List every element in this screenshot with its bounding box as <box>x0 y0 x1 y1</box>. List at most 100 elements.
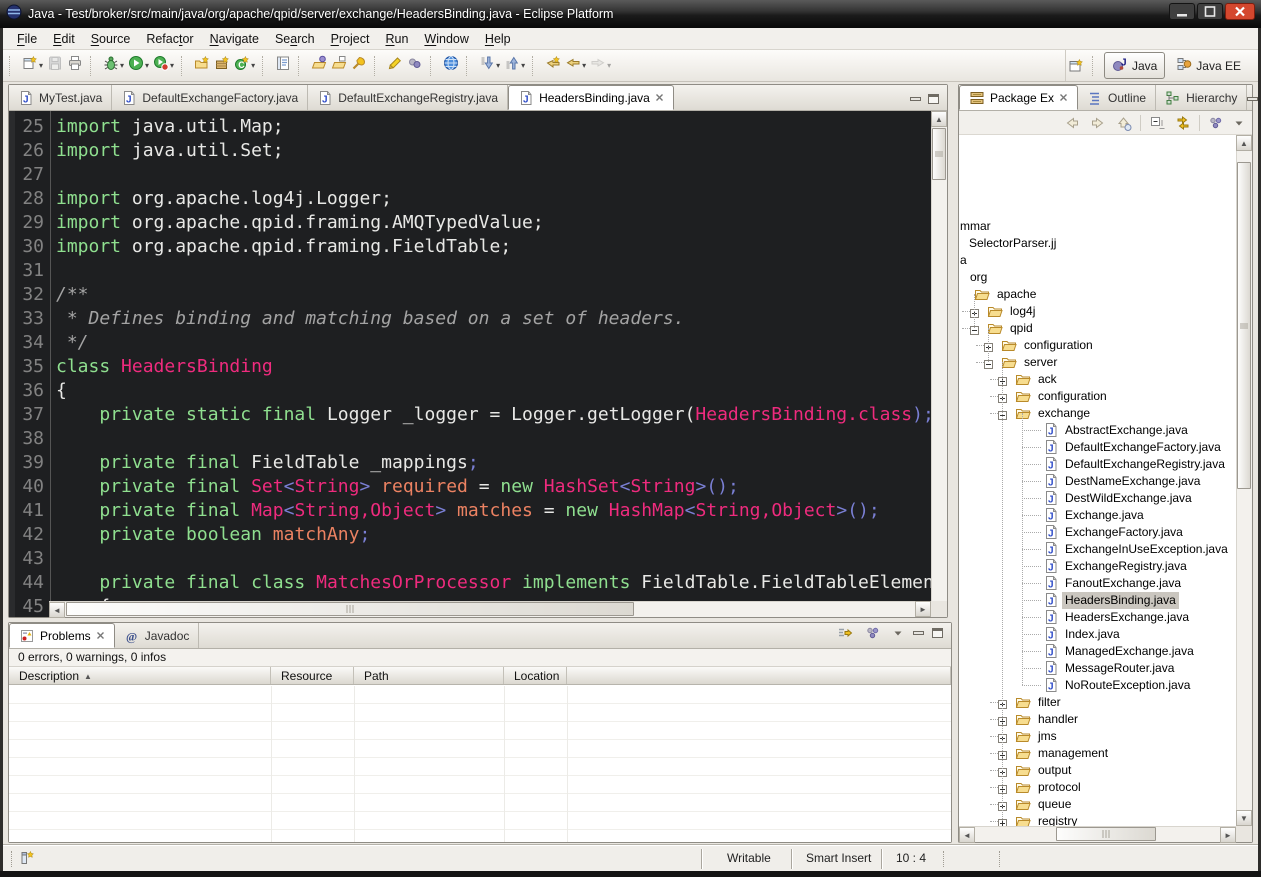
minimize-view-icon[interactable] <box>913 631 924 635</box>
column-header-resource[interactable]: Resource <box>271 667 354 684</box>
tree-item-output[interactable]: output <box>959 762 1236 779</box>
close-icon[interactable] <box>1059 91 1068 105</box>
maximize-button[interactable] <box>1197 3 1223 25</box>
view-tab-hierarchy[interactable]: Hierarchy <box>1156 85 1247 110</box>
next-annotation-button[interactable]: ▾ <box>477 52 502 79</box>
tree-item-exchange-java[interactable]: JExchange.java <box>959 507 1236 524</box>
close-icon[interactable] <box>96 629 105 643</box>
view-menu-button[interactable] <box>863 622 883 644</box>
dropdown-arrow-icon[interactable]: ▾ <box>521 61 525 70</box>
tree-item-defaultexchangefactory-java[interactable]: JDefaultExchangeFactory.java <box>959 439 1236 456</box>
scrollbar-thumb[interactable] <box>1237 162 1251 489</box>
new-wizard-button[interactable]: ▾ <box>20 52 45 79</box>
editor-tab-defaultexchangefactory-java[interactable]: JDefaultExchangeFactory.java <box>112 85 308 110</box>
scroll-up-button[interactable]: ▲ <box>931 111 947 127</box>
tree-item-exchangeinuseexception-java[interactable]: JExchangeInUseException.java <box>959 541 1236 558</box>
menu-navigate[interactable]: Navigate <box>202 30 267 48</box>
tree-item-registry[interactable]: registry <box>959 813 1236 826</box>
menu-file[interactable]: File <box>9 30 45 48</box>
column-header-location[interactable]: Location <box>504 667 567 684</box>
dropdown-arrow-icon[interactable]: ▾ <box>170 61 174 70</box>
perspective-java[interactable]: JJava <box>1104 52 1165 79</box>
dropdown-arrow-icon[interactable]: ▾ <box>39 61 43 70</box>
nav-back-button[interactable]: ▾ <box>563 52 588 79</box>
tree-item-messagerouter-java[interactable]: JMessageRouter.java <box>959 660 1236 677</box>
tree-vertical-scrollbar[interactable]: ▲▼ <box>1236 135 1252 826</box>
tree-item-log4j[interactable]: log4j <box>959 303 1236 320</box>
tree-item-qpid[interactable]: qpid <box>959 320 1236 337</box>
tree-item-handler[interactable]: handler <box>959 711 1236 728</box>
tree-item-destwildexchange-java[interactable]: JDestWildExchange.java <box>959 490 1236 507</box>
problems-table-body[interactable] <box>9 686 951 842</box>
tree-item-norouteexception-java[interactable]: JNoRouteException.java <box>959 677 1236 694</box>
annotations-button[interactable] <box>405 52 425 79</box>
problems-tab-javadoc[interactable]: @Javadoc <box>115 623 200 648</box>
new-java-project-button[interactable] <box>192 52 212 79</box>
tree-item-filter[interactable]: filter <box>959 694 1236 711</box>
menu-source[interactable]: Source <box>83 30 139 48</box>
scroll-down-button[interactable]: ▼ <box>1236 810 1252 826</box>
column-header-description[interactable]: Description▲ <box>9 667 271 684</box>
column-header-path[interactable]: Path <box>354 667 504 684</box>
tree-item-management[interactable]: management <box>959 745 1236 762</box>
task-list-button[interactable] <box>273 52 293 79</box>
view-menu-button[interactable] <box>1206 112 1226 134</box>
tree-item-managedexchange-java[interactable]: JManagedExchange.java <box>959 643 1236 660</box>
maximize-view-icon[interactable] <box>928 94 939 104</box>
go-back-button[interactable] <box>1062 112 1082 134</box>
tree-item-mmar[interactable]: mmar <box>959 218 1236 235</box>
editor-vertical-scrollbar[interactable]: ▲▼ <box>931 111 947 617</box>
tree-item-abstractexchange-java[interactable]: JAbstractExchange.java <box>959 422 1236 439</box>
tree-item-apache[interactable]: apache <box>959 286 1236 303</box>
open-resource-button[interactable] <box>329 52 349 79</box>
tree-item-queue[interactable]: queue <box>959 796 1236 813</box>
tree-item-jms[interactable]: jms <box>959 728 1236 745</box>
scroll-left-button[interactable]: ◄ <box>959 827 975 843</box>
tree-item-headersbinding-java[interactable]: JHeadersBinding.java <box>959 592 1236 609</box>
tree-item-exchange[interactable]: exchange <box>959 405 1236 422</box>
tree-item-configuration[interactable]: configuration <box>959 337 1236 354</box>
editor-horizontal-scrollbar[interactable]: ◄► <box>49 601 931 617</box>
editor-tab-mytest-java[interactable]: JMyTest.java <box>9 85 112 110</box>
dropdown-arrow-icon[interactable]: ▾ <box>496 61 500 70</box>
filter-button[interactable] <box>835 622 855 644</box>
dropdown-arrow-icon[interactable]: ▾ <box>582 61 586 70</box>
run-button[interactable]: ▾ <box>126 52 151 79</box>
menu-edit[interactable]: Edit <box>45 30 83 48</box>
scroll-right-button[interactable]: ► <box>1220 827 1236 843</box>
code-editor[interactable]: 2526272829303132333435363738394041424344… <box>9 111 947 617</box>
scrollbar-thumb[interactable] <box>1056 827 1156 841</box>
dropdown-arrow-icon[interactable]: ▾ <box>251 61 255 70</box>
debug-button[interactable]: ▾ <box>101 52 126 79</box>
view-tab-package-ex[interactable]: Package Ex <box>959 85 1078 110</box>
go-forward-button[interactable] <box>1088 112 1108 134</box>
code-content[interactable]: import java.util.Map;import java.util.Se… <box>51 111 931 617</box>
tree-item-org[interactable]: org <box>959 269 1236 286</box>
tree-item-protocol[interactable]: protocol <box>959 779 1236 796</box>
menu-search[interactable]: Search <box>267 30 323 48</box>
tree-item-defaultexchangeregistry-java[interactable]: JDefaultExchangeRegistry.java <box>959 456 1236 473</box>
tree-item-index-java[interactable]: JIndex.java <box>959 626 1236 643</box>
minimize-view-icon[interactable] <box>1247 97 1258 101</box>
editor-tab-headersbinding-java[interactable]: JHeadersBinding.java <box>508 85 674 110</box>
editor-tab-defaultexchangeregistry-java[interactable]: JDefaultExchangeRegistry.java <box>308 85 508 110</box>
prev-annotation-button[interactable]: ▾ <box>502 52 527 79</box>
package-explorer-tree[interactable]: mmarSelectorParser.jjaorgapachelog4jqpid… <box>959 135 1236 826</box>
web-browser-button[interactable] <box>441 52 461 79</box>
tree-item-configuration[interactable]: configuration <box>959 388 1236 405</box>
tree-item-fanoutexchange-java[interactable]: JFanoutExchange.java <box>959 575 1236 592</box>
close-icon[interactable] <box>655 91 664 105</box>
tree-horizontal-scrollbar[interactable]: ◄► <box>959 826 1236 842</box>
menu-help[interactable]: Help <box>477 30 519 48</box>
menu-project[interactable]: Project <box>323 30 378 48</box>
maximize-view-icon[interactable] <box>932 628 943 638</box>
dropdown-button[interactable] <box>1232 115 1246 131</box>
mark-occurrences-button[interactable] <box>385 52 405 79</box>
last-edit-location-button[interactable] <box>543 52 563 79</box>
open-type-button[interactable] <box>309 52 329 79</box>
close-button[interactable] <box>1225 3 1255 25</box>
search-torch-button[interactable] <box>349 52 369 79</box>
scrollbar-thumb[interactable] <box>932 128 946 180</box>
dropdown-arrow-icon[interactable]: ▾ <box>145 61 149 70</box>
collapse-all-button[interactable] <box>1147 112 1167 134</box>
